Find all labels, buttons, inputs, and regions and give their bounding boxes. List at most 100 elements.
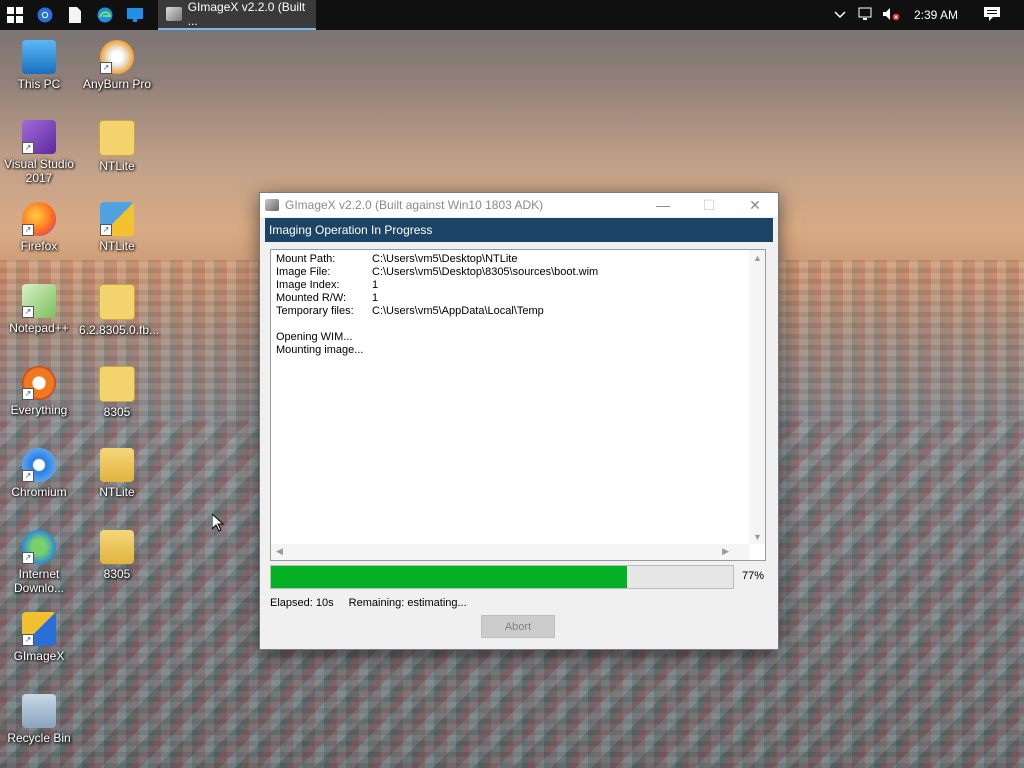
monitor-taskbar-icon[interactable]: [120, 0, 150, 30]
gimagex-window: GImageX v2.2.0 (Built against Win10 1803…: [259, 192, 779, 650]
visual-studio-icon: ↗: [22, 120, 56, 154]
desktop-icon-label: GImageX: [13, 649, 65, 663]
folder-icon: [100, 530, 134, 564]
desktop-icon-ntlite-app[interactable]: ↗ NTLite: [79, 202, 155, 253]
taskbar-app-gimagex[interactable]: GImageX v2.2.0 (Built ...: [158, 0, 316, 30]
chevron-up-icon[interactable]: [834, 8, 846, 22]
window-titlebar[interactable]: GImageX v2.2.0 (Built against Win10 1803…: [260, 193, 778, 217]
folder-icon: [100, 448, 134, 482]
firefox-icon: ↗: [22, 202, 56, 236]
disc-icon: ↗: [100, 40, 134, 74]
window-title: GImageX v2.2.0 (Built against Win10 1803…: [285, 198, 544, 212]
gimagex-icon: [265, 199, 279, 211]
desktop-icon-everything[interactable]: ↗ Everything: [1, 366, 77, 417]
iso-file-icon: [99, 284, 135, 320]
chromium-icon: ↗: [22, 448, 56, 482]
desktop-icon-label: Everything: [10, 403, 68, 417]
scroll-right-icon[interactable]: ▶: [722, 546, 729, 557]
progress-bar: [270, 565, 734, 589]
temp-files-label: Temporary files:: [276, 305, 354, 317]
clock[interactable]: 2:39 AM: [914, 8, 958, 22]
start-button[interactable]: [0, 0, 30, 30]
image-file-label: Image File:: [276, 266, 331, 278]
globe-icon: ↗: [22, 530, 56, 564]
chrome-taskbar-icon[interactable]: [30, 0, 60, 30]
desktop-icon-label: 8305: [103, 567, 131, 581]
windows-logo-icon: [7, 7, 23, 23]
taskbar-app-title: GImageX v2.2.0 (Built ...: [187, 0, 306, 28]
close-button[interactable]: ✕: [732, 197, 778, 214]
iso-file-icon: [99, 120, 135, 156]
log-line: Mounting image...: [276, 344, 364, 356]
elapsed-time: Elapsed: 10s: [270, 597, 334, 609]
desktop-icon-idm[interactable]: ↗ Internet Downlo...: [1, 530, 77, 595]
edge-taskbar-icon[interactable]: [90, 0, 120, 30]
gimagex-icon: [166, 7, 182, 21]
scroll-left-icon[interactable]: ◀: [276, 546, 283, 557]
desktop-icon-notepadpp[interactable]: ↗ Notepad++: [1, 284, 77, 335]
desktop-icon-label: Visual Studio 2017: [4, 157, 74, 185]
desktop-icon-label: This PC: [17, 77, 61, 91]
log-panel[interactable]: Mount Path: C:\Users\vm5\Desktop\NTLite I…: [270, 249, 766, 561]
desktop-icon-label: Firefox: [20, 239, 58, 253]
desktop-icon-visual-studio[interactable]: ↗ Visual Studio 2017: [1, 120, 77, 185]
desktop-icon-ntlite-iso[interactable]: NTLite: [79, 120, 155, 173]
temp-files-value: C:\Users\vm5\AppData\Local\Temp: [372, 305, 544, 317]
desktop-icon-label: NTLite: [99, 239, 135, 253]
desktop-icon-this-pc[interactable]: This PC: [1, 40, 77, 91]
remaining-time: Remaining: estimating...: [348, 597, 467, 609]
mount-path-label: Mount Path:: [276, 253, 336, 265]
image-file-value: C:\Users\vm5\Desktop\8305\sources\boot.w…: [372, 266, 599, 278]
notepad-icon: ↗: [22, 284, 56, 318]
computer-icon: [22, 40, 56, 74]
desktop-icon-label: Chromium: [11, 485, 67, 499]
desktop-icon-recycle-bin[interactable]: Recycle Bin: [1, 694, 77, 745]
desktop-icon-firefox[interactable]: ↗ Firefox: [1, 202, 77, 253]
recycle-bin-icon: [22, 694, 56, 728]
gimagex-icon: ↗: [22, 612, 56, 646]
notification-icon[interactable]: [984, 6, 1000, 24]
image-index-value: 1: [372, 279, 379, 291]
desktop-icon-label: Recycle Bin: [7, 731, 71, 745]
maximize-button[interactable]: ☐: [686, 197, 732, 214]
status-line: Elapsed: 10s Remaining: estimating...: [270, 597, 479, 609]
desktop-icon-label: NTLite: [99, 485, 135, 499]
abort-button[interactable]: Abort: [481, 615, 555, 638]
scroll-up-icon[interactable]: ▲: [753, 253, 762, 263]
desktop-icon-label: Internet Downlo...: [13, 567, 65, 595]
desktop-icon-8305-iso[interactable]: 8305: [79, 366, 155, 419]
desktop-icon-iso-fb[interactable]: 6.2.8305.0.fb...: [79, 284, 159, 337]
desktop-icon-anyburn[interactable]: ↗ AnyBurn Pro: [79, 40, 155, 91]
network-icon[interactable]: [858, 7, 874, 24]
desktop-icon-label: Notepad++: [9, 321, 69, 335]
desktop-icon-ntlite-folder[interactable]: NTLite: [79, 448, 155, 499]
desktop-icon-8305-folder[interactable]: 8305: [79, 530, 155, 581]
operation-header: Imaging Operation In Progress: [265, 218, 773, 242]
mounted-rw-value: 1: [372, 292, 379, 304]
vertical-scrollbar[interactable]: ▲ ▼: [749, 250, 765, 544]
minimize-button[interactable]: —: [640, 197, 686, 213]
progress-fill: [271, 566, 627, 588]
desktop-icon-label: 8305: [103, 405, 131, 419]
desktop-icon-label: 6.2.8305.0.fb...: [79, 323, 160, 337]
ntlite-icon: ↗: [100, 202, 134, 236]
iso-file-icon: [99, 366, 135, 402]
progress-percent: 77%: [742, 570, 765, 582]
horizontal-scrollbar[interactable]: ◀ ▶: [271, 544, 749, 560]
system-tray: 2:39 AM: [834, 0, 1024, 30]
file-taskbar-icon[interactable]: [60, 0, 90, 30]
taskbar: » GImageX v2.2.0 (Built ... 2:39 AM: [0, 0, 1024, 30]
mouse-cursor-icon: [212, 514, 224, 532]
desktop-icon-label: NTLite: [99, 159, 135, 173]
image-index-label: Image Index:: [276, 279, 340, 291]
log-line: Opening WIM...: [276, 331, 353, 343]
log-text: Mount Path: C:\Users\vm5\Desktop\NTLite I…: [276, 253, 598, 357]
desktop-icon-label: AnyBurn Pro: [82, 77, 152, 91]
scroll-down-icon[interactable]: ▼: [753, 532, 762, 542]
mount-path-value: C:\Users\vm5\Desktop\NTLite: [372, 253, 518, 265]
desktop-icon-chromium[interactable]: ↗ Chromium: [1, 448, 77, 499]
everything-icon: ↗: [22, 366, 56, 400]
mounted-rw-label: Mounted R/W:: [276, 292, 347, 304]
desktop-icon-gimagex[interactable]: ↗ GImageX: [1, 612, 77, 663]
volume-muted-icon[interactable]: [882, 7, 900, 24]
